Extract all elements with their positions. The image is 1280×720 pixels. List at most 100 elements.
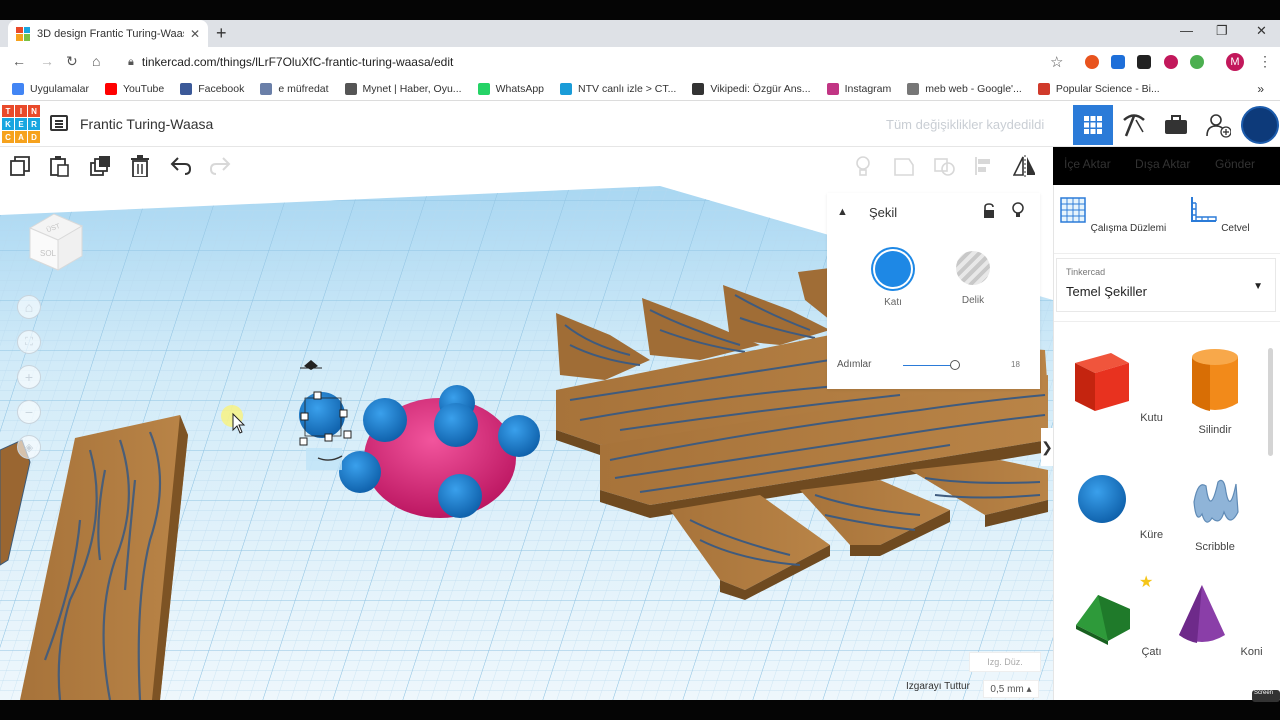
workplane-button[interactable]: Çalışma Düzlemi (1057, 195, 1167, 234)
import-button[interactable]: İçe Aktar (1064, 147, 1111, 181)
tab-close-icon[interactable]: ✕ (190, 27, 200, 41)
bookmark-label: Instagram (844, 82, 892, 95)
hole-swatch[interactable] (956, 251, 990, 285)
home-view-button[interactable]: ⌂ (17, 295, 41, 319)
fit-view-button[interactable]: ⛶ (17, 330, 41, 354)
zoom-in-button[interactable]: + (17, 365, 41, 389)
logo-letter: R (28, 118, 40, 130)
back-arrow-icon[interactable]: ← (12, 53, 26, 69)
tinkercad-favicon-icon (16, 26, 30, 41)
collapse-panel-icon[interactable]: ▲ (837, 206, 848, 218)
url-omnibox[interactable]: 🔒︎ tinkercad.com/things/lLrF7OluXfC-fran… (116, 50, 1076, 74)
close-window-icon[interactable]: ✕ (1256, 23, 1267, 39)
perspective-cube-icon: ◈ (24, 441, 34, 454)
lock-icon[interactable] (982, 203, 996, 219)
extension-dark-icon[interactable] (1137, 55, 1151, 69)
duplicate-button[interactable] (89, 155, 111, 177)
bookmark-item[interactable]: YouTube (104, 82, 164, 95)
forward-arrow-icon[interactable]: → (40, 53, 54, 69)
panel-divider (1054, 253, 1280, 254)
mirror-icon (1013, 155, 1035, 177)
more-bookmarks-icon[interactable]: » (1257, 82, 1264, 96)
zoom-out-button[interactable]: − (17, 400, 41, 424)
extension-shield-icon[interactable] (1085, 55, 1099, 69)
send-to-button[interactable]: Gönder (1215, 147, 1255, 181)
extension-pink-icon[interactable] (1164, 55, 1178, 69)
new-tab-icon[interactable]: + (216, 23, 227, 44)
copy-button[interactable] (9, 155, 31, 177)
bookmark-item[interactable]: Instagram (826, 82, 892, 95)
bookmark-item[interactable]: Vikipedi: Özgür Ans... (692, 82, 811, 95)
export-button[interactable]: Dışa Aktar (1135, 147, 1190, 181)
home-icon[interactable]: ⌂ (92, 53, 100, 69)
bricks-button[interactable] (1156, 105, 1196, 145)
bookmark-item[interactable]: meb web - Google'... (907, 82, 1022, 95)
panel-collapse-button[interactable]: ❯ (1041, 428, 1053, 466)
bookmark-item[interactable]: Mynet | Haber, Oyu... (344, 82, 462, 95)
extension-blue-icon[interactable] (1111, 55, 1125, 69)
light-bulb-button[interactable] (852, 155, 874, 177)
workplane-label: Çalışma Düzlemi (1090, 223, 1167, 234)
bookmark-item[interactable]: WhatsApp (477, 82, 545, 95)
solid-option[interactable]: Katı (853, 251, 933, 308)
add-user-button[interactable] (1198, 105, 1238, 145)
redo-button[interactable] (209, 155, 231, 177)
shape-item-scribble[interactable]: Scribble (1165, 462, 1265, 553)
shape-item-box[interactable]: Kutu (1065, 345, 1165, 424)
browser-menu-icon[interactable]: ⋮ (1258, 53, 1272, 70)
align-button[interactable] (973, 155, 995, 177)
browser-tab-active[interactable]: 3D design Frantic Turing-Waasa ✕ (8, 20, 208, 47)
ruler-button[interactable]: Cetvel (1164, 195, 1274, 234)
hole-label: Delik (961, 295, 985, 306)
shape-label-scribble: Scribble (1195, 541, 1235, 553)
roof-shape-icon (1076, 595, 1131, 645)
dropdown-arrow-icon: ▼ (1253, 281, 1263, 292)
ungroup-button[interactable] (933, 155, 955, 177)
workplane-icon (1060, 197, 1086, 223)
bookmark-favicon-icon (907, 82, 920, 95)
reload-icon[interactable]: ↻ (66, 53, 78, 70)
mirror-button[interactable] (1013, 155, 1035, 177)
3d-view-button[interactable] (1073, 105, 1113, 145)
undo-button[interactable] (170, 155, 192, 177)
steps-slider-handle[interactable] (949, 360, 960, 370)
delete-button[interactable] (129, 155, 151, 177)
snap-grid-select[interactable]: 0,5 mm ▴ (983, 680, 1039, 698)
bookmark-item[interactable]: Uygulamalar (12, 82, 89, 95)
view-cube[interactable]: ÜST SOL (24, 212, 88, 272)
bookmark-favicon-icon (260, 82, 273, 95)
user-avatar[interactable] (1241, 106, 1279, 144)
shape-item-sphere[interactable]: Küre (1065, 462, 1165, 541)
tinkercad-logo[interactable]: TIN KER CAD (2, 105, 40, 143)
visibility-bulb-icon[interactable] (1011, 202, 1025, 220)
shape-label-sphere: Küre (1139, 529, 1164, 541)
duplicate-icon (90, 156, 110, 176)
extension-green-icon[interactable] (1190, 55, 1204, 69)
bookmark-item[interactable]: e müfredat (260, 82, 329, 95)
orthographic-button[interactable]: ◈ (17, 435, 41, 459)
group-button[interactable] (893, 155, 915, 177)
hole-option[interactable]: Delik (933, 251, 1013, 306)
minimize-window-icon[interactable]: — (1180, 23, 1193, 38)
edit-grid-button[interactable]: Izg. Düz. (969, 652, 1041, 672)
paste-button[interactable] (48, 155, 70, 177)
shape-item-cone[interactable]: Koni (1165, 579, 1265, 658)
bookmark-item[interactable]: NTV canlı izle > CT... (560, 82, 676, 95)
shape-library-select[interactable]: Tinkercad Temel Şekiller ▼ (1056, 258, 1276, 312)
bookmark-item[interactable]: Facebook (180, 82, 244, 95)
blocks-button[interactable] (1114, 105, 1154, 145)
bookmark-star-icon[interactable]: ☆ (1050, 53, 1063, 71)
bookmark-label: WhatsApp (495, 82, 545, 95)
bookmark-favicon-icon (477, 82, 490, 95)
profile-avatar[interactable]: M (1226, 53, 1244, 71)
solid-color-swatch[interactable] (875, 251, 911, 287)
shapes-scrollbar[interactable] (1268, 348, 1273, 456)
bookmark-label: Popular Science - Bi... (1055, 82, 1160, 95)
restore-window-icon[interactable]: ❐ (1216, 23, 1228, 39)
bookmark-item[interactable]: Popular Science - Bi... (1037, 82, 1160, 95)
steps-slider-track[interactable] (903, 365, 957, 366)
project-name[interactable]: Frantic Turing-Waasa (80, 116, 213, 132)
design-menu-icon[interactable] (50, 115, 68, 131)
shape-item-cylinder[interactable]: Silindir (1165, 345, 1265, 436)
bookmarks-bar: Uygulamalar YouTube Facebook e müfredat Myne… (0, 77, 1280, 101)
